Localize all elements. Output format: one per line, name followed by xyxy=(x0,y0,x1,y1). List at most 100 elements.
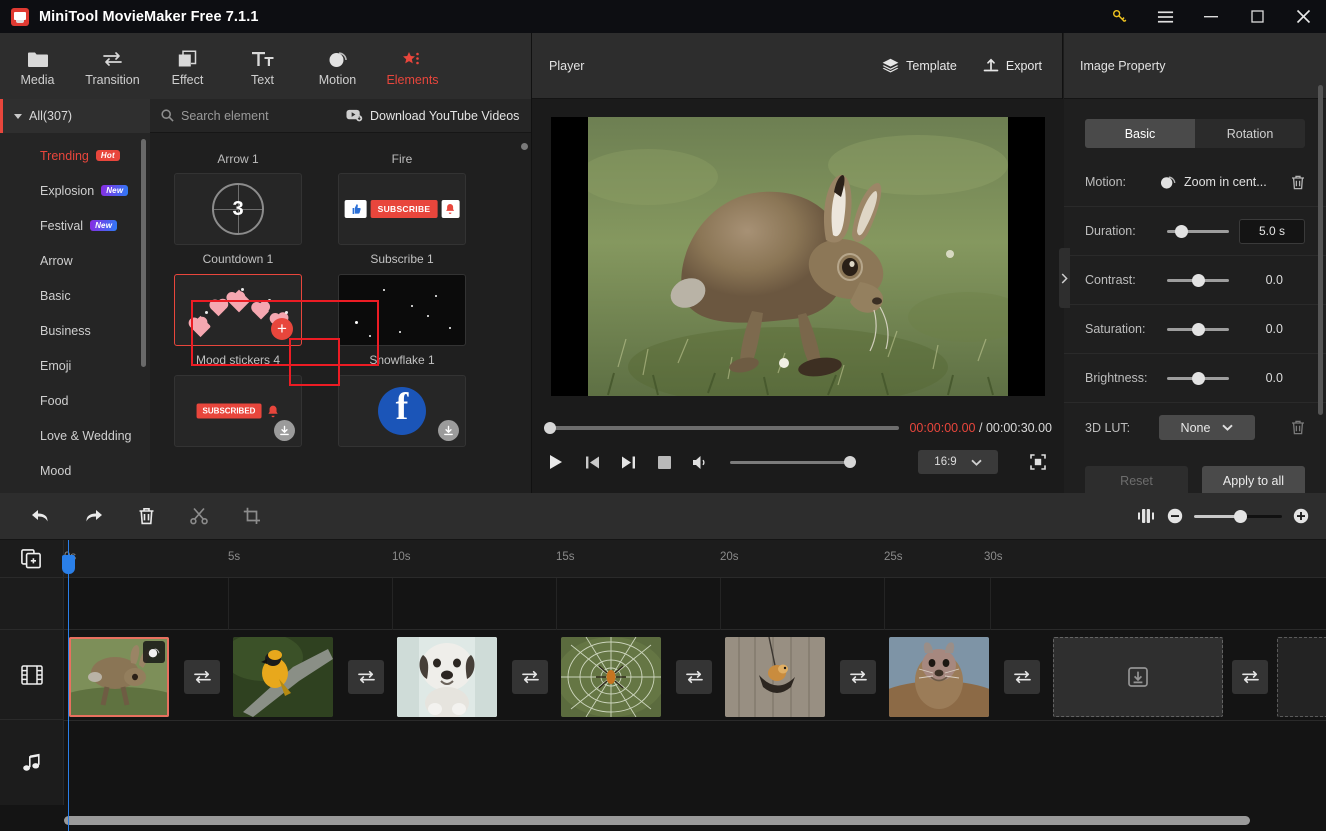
hamburger-menu-icon[interactable] xyxy=(1142,0,1188,33)
property-scrollbar[interactable] xyxy=(1318,85,1323,415)
transition-slot[interactable] xyxy=(348,660,384,694)
add-media-button[interactable] xyxy=(0,540,63,578)
tab-motion[interactable]: Motion xyxy=(300,33,375,99)
table-row[interactable] xyxy=(889,637,989,717)
category-item-basic[interactable]: Basic xyxy=(0,278,150,313)
timeline-zoom-slider[interactable] xyxy=(1194,509,1282,523)
media-drop-placeholder-partial[interactable] xyxy=(1277,637,1326,717)
table-row[interactable] xyxy=(561,637,661,717)
undo-button[interactable] xyxy=(27,503,53,529)
delete-motion-button[interactable] xyxy=(1291,175,1305,190)
next-frame-button[interactable] xyxy=(618,452,638,472)
slider-handle[interactable] xyxy=(1192,322,1205,336)
duration-slider[interactable] xyxy=(1167,224,1229,238)
audio-track-header[interactable] xyxy=(0,720,63,805)
close-icon[interactable] xyxy=(1280,0,1326,33)
table-row[interactable] xyxy=(69,637,169,717)
tab-transition[interactable]: Transition xyxy=(75,33,150,99)
lut-select[interactable]: None xyxy=(1159,415,1255,440)
clip-motion-badge[interactable] xyxy=(143,641,165,663)
zoom-out-button[interactable] xyxy=(1167,508,1183,524)
stop-button[interactable] xyxy=(654,452,674,472)
slider-handle[interactable] xyxy=(1175,224,1188,238)
volume-slider[interactable] xyxy=(730,456,856,468)
saturation-slider[interactable] xyxy=(1167,322,1229,336)
sticker-track[interactable] xyxy=(64,578,1326,630)
template-button[interactable]: Template xyxy=(882,58,957,73)
zoom-handle[interactable] xyxy=(1234,509,1247,523)
fullscreen-button[interactable] xyxy=(1028,452,1048,472)
duration-value[interactable]: 5.0 s xyxy=(1239,218,1305,244)
zoom-in-button[interactable] xyxy=(1293,508,1309,524)
audio-track[interactable] xyxy=(64,720,1326,805)
sticker-track-header[interactable] xyxy=(0,578,63,630)
category-item-emoji[interactable]: Emoji xyxy=(0,348,150,383)
slider-handle[interactable] xyxy=(1192,371,1205,385)
tab-rotation[interactable]: Rotation xyxy=(1195,119,1305,148)
seek-slider[interactable] xyxy=(544,422,900,434)
transition-slot[interactable] xyxy=(1232,660,1268,694)
category-item-business[interactable]: Business xyxy=(0,313,150,348)
transition-slot[interactable] xyxy=(676,660,712,694)
transition-slot[interactable] xyxy=(184,660,220,694)
download-element-button[interactable] xyxy=(274,420,295,441)
playhead[interactable] xyxy=(62,540,75,831)
redo-button[interactable] xyxy=(80,503,106,529)
timeline-ruler[interactable]: 0s 5s 10s 15s 20s 25s 30s xyxy=(64,540,1326,578)
category-item-festival[interactable]: Festival New xyxy=(0,208,150,243)
tab-media[interactable]: Media xyxy=(0,33,75,99)
category-item-food[interactable]: Food xyxy=(0,383,150,418)
add-element-button[interactable]: + xyxy=(271,318,293,340)
video-track[interactable] xyxy=(64,630,1326,720)
slider-handle[interactable] xyxy=(1192,273,1205,287)
media-drop-placeholder[interactable] xyxy=(1053,637,1223,717)
apply-to-all-button[interactable]: Apply to all xyxy=(1202,466,1305,496)
split-button[interactable] xyxy=(186,503,212,529)
delete-lut-button[interactable] xyxy=(1291,420,1305,435)
export-button[interactable]: Export xyxy=(983,58,1042,74)
category-all[interactable]: All(307) xyxy=(0,99,150,133)
category-scrollbar[interactable] xyxy=(141,139,146,367)
browser-scrollbar[interactable] xyxy=(521,143,528,150)
video-track-header[interactable] xyxy=(0,630,63,720)
download-element-button[interactable] xyxy=(438,420,459,441)
table-row[interactable] xyxy=(725,637,825,717)
tab-text[interactable]: Text xyxy=(225,33,300,99)
transition-slot[interactable] xyxy=(512,660,548,694)
download-youtube-videos-button[interactable]: Download YouTube Videos xyxy=(346,109,519,123)
search-input[interactable]: Search element xyxy=(161,109,321,123)
element-thumbnail[interactable]: 3 xyxy=(174,173,302,245)
category-item-explosion[interactable]: Explosion New xyxy=(0,173,150,208)
brightness-slider[interactable] xyxy=(1167,371,1229,385)
delete-button[interactable] xyxy=(133,503,159,529)
seek-handle[interactable] xyxy=(544,422,556,434)
element-thumbnail[interactable]: SUBSCRIBED xyxy=(174,375,302,447)
element-thumbnail[interactable]: + xyxy=(174,274,302,346)
tab-effect[interactable]: Effect xyxy=(150,33,225,99)
prev-frame-button[interactable] xyxy=(582,452,602,472)
crop-button[interactable] xyxy=(239,503,265,529)
key-icon[interactable] xyxy=(1096,0,1142,33)
element-thumbnail[interactable] xyxy=(338,274,466,346)
category-item-love-wedding[interactable]: Love & Wedding xyxy=(0,418,150,453)
category-item-mood[interactable]: Mood xyxy=(0,453,150,488)
tab-basic[interactable]: Basic xyxy=(1085,119,1195,148)
fit-timeline-button[interactable] xyxy=(1136,508,1156,524)
volume-button[interactable] xyxy=(690,452,710,472)
volume-handle[interactable] xyxy=(844,456,856,468)
transition-slot[interactable] xyxy=(1004,660,1040,694)
motion-value[interactable]: Zoom in cent... xyxy=(1184,175,1267,189)
reset-button[interactable]: Reset xyxy=(1085,466,1188,496)
minimize-icon[interactable] xyxy=(1188,0,1234,33)
element-thumbnail[interactable]: SUBSCRIBE xyxy=(338,173,466,245)
table-row[interactable] xyxy=(397,637,497,717)
category-item-trending[interactable]: Trending Hot xyxy=(0,138,150,173)
contrast-slider[interactable] xyxy=(1167,273,1229,287)
playhead-handle[interactable] xyxy=(62,555,75,574)
maximize-icon[interactable] xyxy=(1234,0,1280,33)
timeline-horizontal-scrollbar[interactable] xyxy=(64,816,1250,825)
panel-collapse-button[interactable] xyxy=(1059,248,1070,308)
tab-elements[interactable]: Elements xyxy=(375,33,450,99)
aspect-ratio-select[interactable]: 16:9 xyxy=(918,450,998,474)
transition-slot[interactable] xyxy=(840,660,876,694)
